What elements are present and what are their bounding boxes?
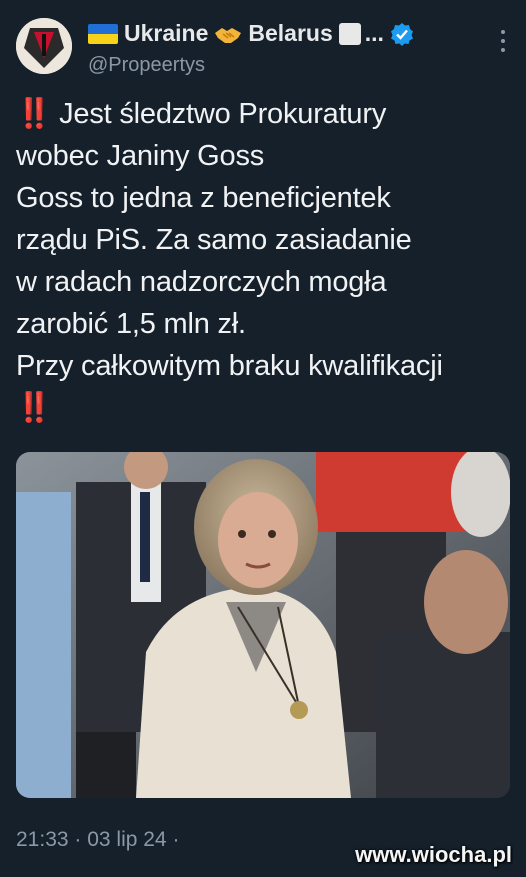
avatar[interactable] [16,18,72,74]
tweet-line-2: wobec Janiny Goss [16,140,265,172]
watermark: www.wiocha.pl [355,842,512,867]
white-square-icon [338,22,361,45]
tweet-timestamp[interactable]: 21:33 · 03 lip 24 · [16,828,179,852]
verified-icon [390,22,414,46]
ukraine-flag-icon [88,23,118,44]
tweet-line-3: Goss to jedna z beneficjentek [16,182,391,214]
tweet-line-6: zarobić 1,5 mln zł. [16,308,246,340]
account-handle[interactable]: @Propeertys [88,54,205,77]
account-name-part2: Belarus [248,20,333,46]
account-name-part1: Ukraine [124,20,209,46]
tweet-photo[interactable] [16,452,510,798]
tweet-line-7: Przy całkowitym braku kwalifikacji [16,350,443,382]
tweet-header: Ukraine Belarus ... @Propeertys [16,14,510,84]
tweet-line-4: rządu PiS. Za samo zasiadanie [16,224,412,256]
double-exclamation-icon: ‼️ [16,98,52,130]
name-ellipsis: ... [364,20,384,46]
tweet-line-1: Jest śledztwo Prokuratury [59,98,387,130]
double-exclamation-icon-end: ‼️ [16,392,52,424]
handshake-icon [214,24,242,44]
more-icon[interactable] [500,30,506,52]
tweet-line-5: w radach nadzorczych mogła [16,266,387,298]
tweet-text: ‼️ Jest śledztwo Prokuratury wobec Janiny… [16,93,516,429]
account-name[interactable]: Ukraine Belarus ... [88,20,414,47]
